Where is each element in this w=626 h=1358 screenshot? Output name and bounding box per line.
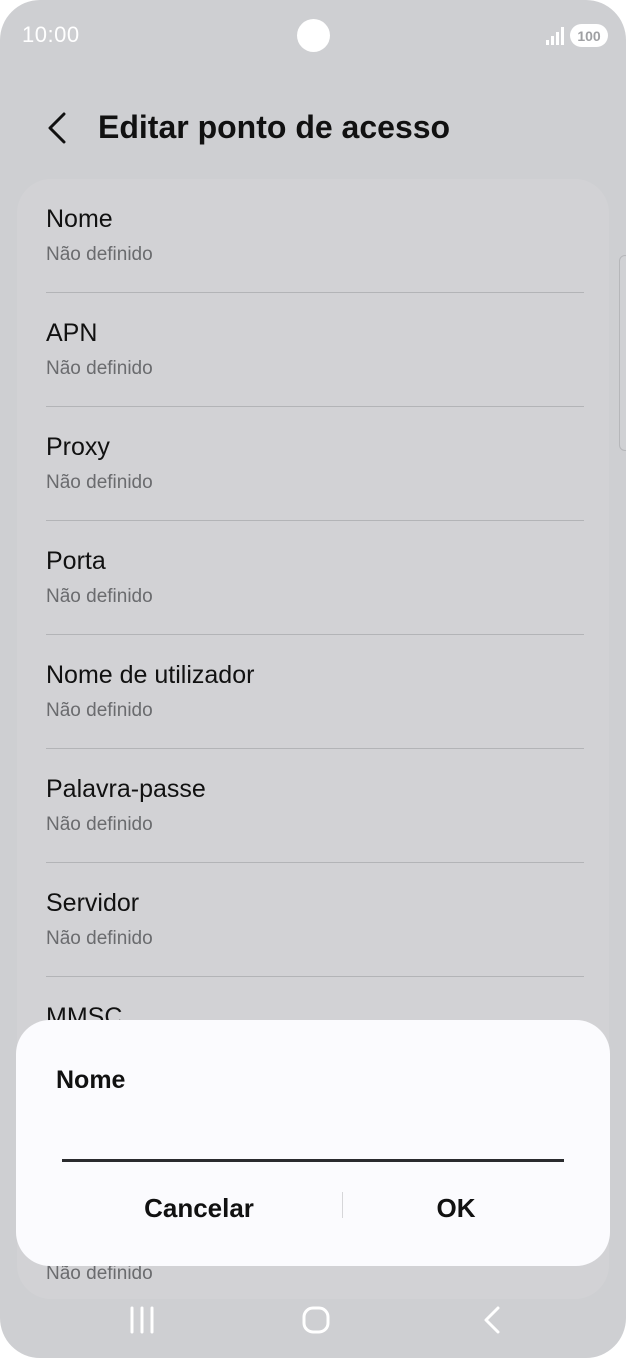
app-header: Editar ponto de acesso: [0, 96, 626, 160]
navigation-bar: [0, 1290, 626, 1358]
status-bar: 10:00 100: [0, 0, 626, 72]
status-time: 10:00: [22, 22, 80, 47]
setting-item-servidor[interactable]: Servidor Não definido: [46, 863, 584, 977]
setting-title: Nome: [46, 205, 113, 233]
name-input[interactable]: [62, 1118, 564, 1162]
setting-value: Não definido: [46, 928, 153, 949]
recent-apps-icon[interactable]: [112, 1300, 172, 1340]
home-icon[interactable]: [286, 1300, 346, 1340]
setting-title: Porta: [46, 547, 106, 575]
page-title: Editar ponto de acesso: [98, 109, 451, 145]
setting-value: Não definido: [46, 472, 153, 493]
cancel-button[interactable]: Cancelar: [79, 1180, 319, 1236]
setting-title: Proxy: [46, 433, 110, 461]
setting-title: Nome de utilizador: [46, 661, 255, 689]
setting-value: Não definido: [46, 586, 153, 607]
ok-button[interactable]: OK: [336, 1180, 576, 1236]
dialog-title: Nome: [56, 1066, 126, 1094]
scrollbar[interactable]: [619, 255, 626, 451]
setting-value: Não definido: [46, 244, 153, 265]
setting-title: Palavra-passe: [46, 775, 206, 803]
name-edit-dialog: Nome Cancelar OK: [16, 1020, 610, 1266]
setting-value: Não definido: [46, 1263, 153, 1284]
phone-screen: 10:00 100 Editar ponto de acesso Nome Nã…: [0, 0, 626, 1358]
setting-title: APN: [46, 319, 98, 347]
back-icon[interactable]: [462, 1300, 522, 1340]
setting-item-username[interactable]: Nome de utilizador Não definido: [46, 635, 584, 749]
setting-item-apn[interactable]: APN Não definido: [46, 293, 584, 407]
setting-title: Servidor: [46, 889, 140, 917]
setting-item-porta[interactable]: Porta Não definido: [46, 521, 584, 635]
setting-value: Não definido: [46, 814, 153, 835]
signal-icon: [546, 27, 564, 45]
setting-item-nome[interactable]: Nome Não definido: [46, 179, 584, 293]
setting-value: Não definido: [46, 700, 153, 721]
chevron-left-icon[interactable]: [40, 108, 76, 148]
setting-item-password[interactable]: Palavra-passe Não definido: [46, 749, 584, 863]
front-camera: [297, 19, 330, 52]
battery-icon: 100: [570, 24, 608, 47]
setting-value: Não definido: [46, 358, 153, 379]
setting-item-proxy[interactable]: Proxy Não definido: [46, 407, 584, 521]
